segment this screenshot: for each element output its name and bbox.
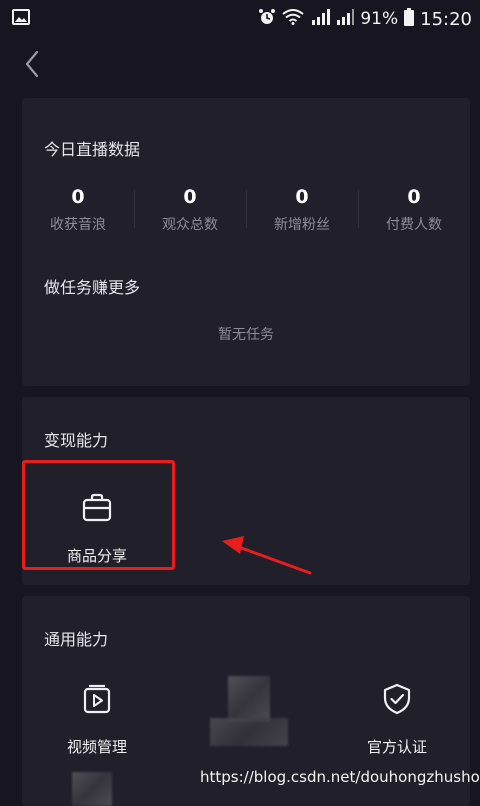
stat-label: 新增粉丝 bbox=[274, 217, 330, 233]
video-play-icon bbox=[80, 682, 114, 716]
official-verify-button[interactable]: 官方认证 bbox=[322, 658, 472, 768]
live-data-card: 今日直播数据 0 收获音浪 0 观众总数 0 新增粉丝 0 付费人数 做任务赚更… bbox=[22, 98, 470, 386]
stat-total-viewers[interactable]: 0 观众总数 bbox=[134, 186, 246, 233]
status-bar: 91% 15:20 bbox=[0, 0, 480, 38]
wifi-icon bbox=[282, 8, 304, 30]
stat-label: 收获音浪 bbox=[50, 217, 106, 233]
shield-check-icon bbox=[380, 682, 414, 716]
stat-value: 0 bbox=[407, 186, 421, 208]
stat-value: 0 bbox=[71, 186, 85, 208]
stat-new-followers[interactable]: 0 新增粉丝 bbox=[246, 186, 358, 233]
stat-label: 付费人数 bbox=[386, 217, 442, 233]
signal-icon-sim2 bbox=[336, 8, 355, 30]
video-manage-label: 视频管理 bbox=[66, 738, 127, 756]
clock: 15:20 bbox=[420, 8, 472, 30]
video-manage-button[interactable]: 视频管理 bbox=[22, 658, 172, 768]
general-title: 通用能力 bbox=[44, 630, 109, 649]
live-data-title: 今日直播数据 bbox=[44, 140, 141, 159]
monetize-title: 变现能力 bbox=[44, 431, 109, 450]
obscured-item-bottom bbox=[72, 772, 112, 806]
empty-task-message: 暂无任务 bbox=[218, 327, 274, 343]
highlight-annotation-box bbox=[22, 460, 175, 570]
task-section-title: 做任务赚更多 bbox=[44, 278, 141, 297]
signal-icon-sim1 bbox=[310, 8, 331, 30]
status-left bbox=[12, 8, 30, 30]
live-stats-row: 0 收获音浪 0 观众总数 0 新增粉丝 0 付费人数 bbox=[22, 186, 470, 233]
official-verify-label: 官方认证 bbox=[366, 738, 427, 756]
stat-value: 0 bbox=[295, 186, 309, 208]
back-button[interactable] bbox=[16, 48, 48, 84]
battery-icon bbox=[404, 7, 415, 31]
stat-sound-waves[interactable]: 0 收获音浪 bbox=[22, 186, 134, 233]
chevron-left-icon bbox=[24, 50, 40, 82]
status-right: 91% 15:20 bbox=[258, 7, 472, 31]
battery-percent: 91% bbox=[360, 9, 399, 29]
stat-label: 观众总数 bbox=[162, 217, 218, 233]
gallery-notification-icon bbox=[12, 8, 30, 30]
stat-paying-users[interactable]: 0 付费人数 bbox=[358, 186, 470, 233]
stat-value: 0 bbox=[183, 186, 197, 208]
red-arrow-annotation bbox=[214, 528, 314, 582]
alarm-icon bbox=[258, 8, 276, 31]
watermark-url: https://blog.csdn.net/douhongzhushou bbox=[200, 768, 480, 786]
